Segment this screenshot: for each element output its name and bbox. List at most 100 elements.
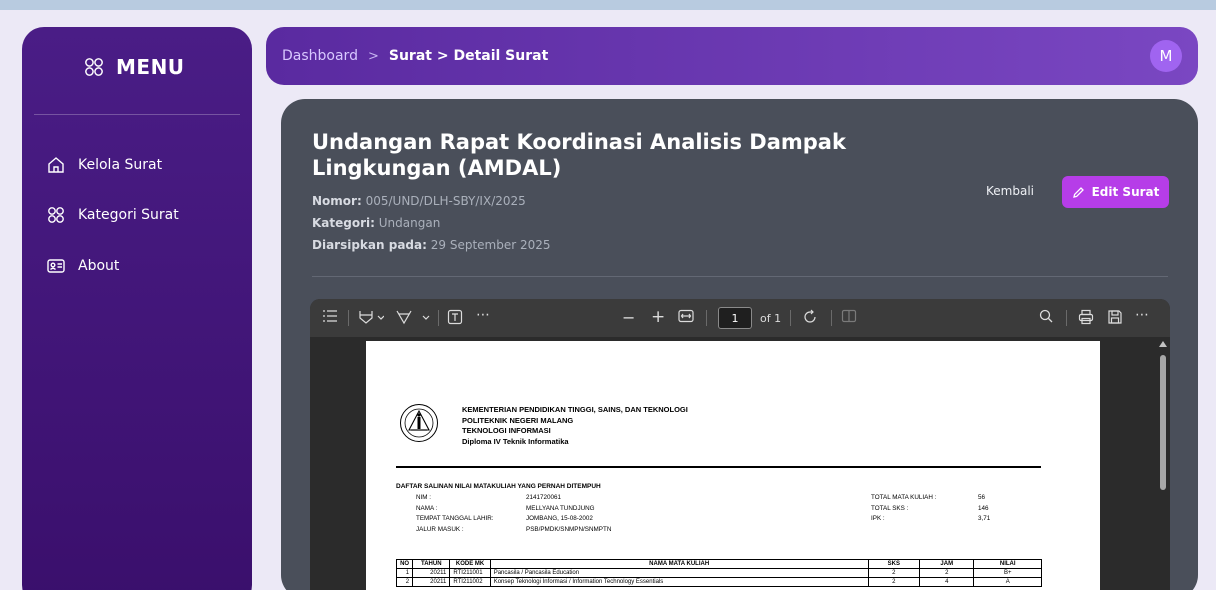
sidebar-item-kategori-surat[interactable]: Kategori Surat [46,205,179,225]
column-header: TAHUN [412,559,451,569]
field-label: TEMPAT TANGGAL LAHIR: [416,515,494,522]
breadcrumb-current: Surat > Detail Surat [388,48,549,64]
field-value: PSB/PMDK/SNMPN/SNMPTN [526,525,612,533]
save-icon[interactable] [1107,309,1123,325]
text-box-icon[interactable] [447,309,463,325]
draw-icon[interactable] [395,309,431,325]
search-icon[interactable] [1039,309,1053,323]
page-view-icon[interactable] [841,309,857,323]
fit-width-icon[interactable] [678,309,694,323]
pdf-page: KEMENTERIAN PENDIDIKAN TINGGI, SAINS, DA… [366,341,1100,590]
top-header: Dashboard > Surat > Detail Surat M [266,27,1198,85]
toolbar-separator [348,310,349,326]
sidebar-item-label: Kategori Surat [78,207,179,223]
surat-diarsipkan: Diarsipkan pada: 29 September 2025 [312,238,551,252]
table-cell: 20211 [412,577,451,587]
pdf-toolbar: ⋯ − + 1 of 1 ⋯ [310,299,1170,337]
scroll-thumb[interactable] [1160,355,1166,490]
more-options-icon[interactable]: ⋯ [1135,307,1149,323]
toolbar-separator [1066,310,1067,326]
field-label: NIM : [416,494,432,501]
table-header-row: NO TAHUN KODE MK NAMA MATA KULIAH SKS JA… [395,559,1042,569]
summary-value: 146 [978,504,989,512]
more-tools-icon[interactable]: ⋯ [476,307,490,323]
column-header: KODE MK [449,559,491,569]
kategori-label: Kategori: [312,216,375,230]
breadcrumb-dashboard[interactable]: Dashboard [282,48,358,64]
institution-line: POLITEKNIK NEGERI MALANG [462,415,574,425]
surat-kategori: Kategori: Undangan [312,216,440,230]
institution-line: TEKNOLOGI INFORMASI [462,426,551,435]
table-cell: 2 [867,568,921,578]
print-icon[interactable] [1078,309,1094,325]
toolbar-separator [706,310,707,326]
arsip-value: 29 September 2025 [430,238,551,252]
sidebar-item-label: Kelola Surat [78,157,163,173]
table-row: 1 20211 RTI211001 Pancasila / Pancasila … [395,568,1042,578]
table-cell: RTI211001 [449,568,491,578]
toolbar-separator [438,310,439,326]
page-total-label: of 1 [760,312,782,325]
field-value: MELLYANA TUNDJUNG [526,504,595,512]
nomor-label: Nomor: [312,194,362,208]
column-header: NAMA MATA KULIAH [489,559,869,569]
sidebar-header: MENU [84,55,185,79]
sidebar-item-label: About [78,258,120,274]
table-cell: B+ [973,568,1042,578]
column-header: NILAI [973,559,1042,569]
back-button[interactable]: Kembali [974,176,1046,206]
page-number-input[interactable]: 1 [718,307,752,329]
institution-line: KEMENTERIAN PENDIDIKAN TINGGI, SAINS, DA… [462,405,688,414]
document-divider [396,466,1041,468]
pdf-scrollbar[interactable] [1158,341,1168,590]
document-title: DAFTAR SALINAN NILAI MATAKULIAH YANG PER… [396,483,601,490]
sidebar-title: MENU [116,55,185,79]
table-cell: 2 [395,577,414,587]
contents-icon[interactable] [322,309,338,323]
column-header: SKS [867,559,921,569]
summary-value: 3,71 [978,515,991,522]
table-cell: Pancasila / Pancasila Education [489,568,869,578]
table-cell: RTI211002 [449,577,491,587]
grid-icon [84,57,104,77]
id-card-icon [46,256,66,276]
table-cell: 2 [867,577,921,587]
student-field-values: 2141720061 MELLYANA TUNDJUNG JOMBANG, 15… [526,493,611,535]
window-top-strip [0,0,1216,10]
institution-header: KEMENTERIAN PENDIDIKAN TINGGI, SAINS, DA… [462,405,688,447]
table-cell: Konsep Teknologi Informasi / Information… [489,577,869,587]
surat-nomor: Nomor: 005/UND/DLH-SBY/IX/2025 [312,194,526,208]
sidebar-divider [34,114,240,115]
field-value: JOMBANG, 15-08-2002 [526,515,593,522]
field-label: JALUR MASUK : [416,525,464,533]
table-cell: 1 [395,568,414,578]
table-cell: 4 [919,577,975,587]
summary-labels: TOTAL MATA KULIAH : TOTAL SKS : IPK : [871,493,936,525]
grades-table: NO TAHUN KODE MK NAMA MATA KULIAH SKS JA… [395,559,1042,587]
institution-line: Diploma IV Teknik Informatika [462,436,569,446]
zoom-out-icon[interactable]: − [622,308,635,327]
card-divider [312,276,1168,277]
summary-label: TOTAL MATA KULIAH : [871,494,937,501]
zoom-in-icon[interactable]: + [651,307,665,327]
pdf-viewer[interactable]: ⋯ − + 1 of 1 ⋯ KEMENTERIAN PENDIDIKAN TI… [310,299,1170,590]
column-header: NO [395,559,414,569]
sidebar-item-about[interactable]: About [46,256,119,276]
scroll-up-arrow-icon[interactable] [1159,341,1167,347]
surat-detail-card: Undangan Rapat Koordinasi Analisis Dampa… [281,99,1198,590]
summary-values: 56 146 3,71 [978,493,990,525]
rotate-icon[interactable] [802,309,818,325]
home-icon [46,155,66,175]
edit-surat-button[interactable]: Edit Surat [1062,176,1169,208]
grid-icon [46,205,66,225]
summary-value: 56 [978,494,986,501]
highlight-icon[interactable] [358,309,384,325]
table-cell: 2 [919,568,975,578]
summary-label: IPK : [871,515,885,522]
summary-label: TOTAL SKS : [871,504,909,512]
toolbar-separator [790,310,791,326]
field-value: 2141720061 [526,494,562,501]
sidebar-item-kelola-surat[interactable]: Kelola Surat [46,155,162,175]
avatar[interactable]: M [1150,40,1182,72]
kategori-value: Undangan [378,216,441,230]
